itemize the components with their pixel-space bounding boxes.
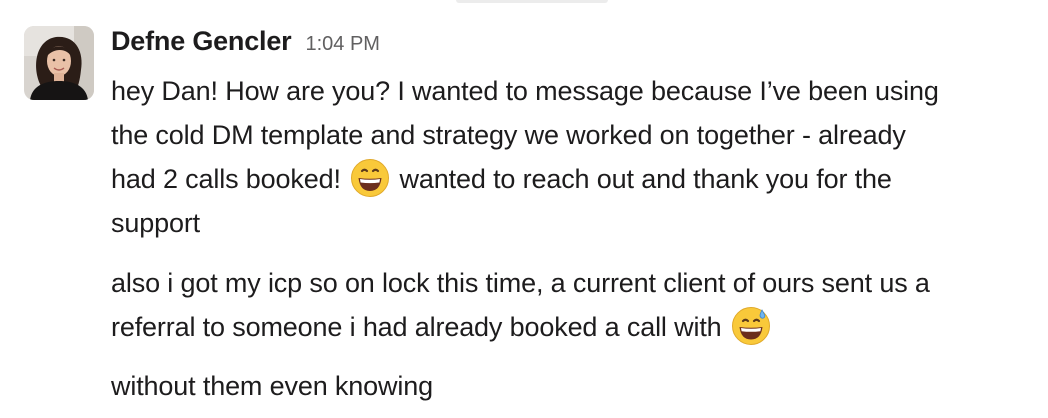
message-text: referral to someone i had already booked… <box>111 312 722 342</box>
message-text: had 2 calls booked! <box>111 164 341 194</box>
message-text: without them even knowing <box>111 371 433 401</box>
grinning-face-icon <box>350 158 390 198</box>
avatar[interactable] <box>24 26 94 100</box>
scroll-hint-bar <box>456 0 608 3</box>
message-text: wanted to reach out and thank you for th… <box>399 164 892 194</box>
message-paragraph: also i got my icp so on lock this time, … <box>111 261 1031 349</box>
message-text: support <box>111 208 201 238</box>
message-text: also i got my icp so on lock this time, … <box>111 268 930 298</box>
message-content: Defne Gencler 1:04 PM hey Dan! How are y… <box>111 26 1031 408</box>
message-timestamp[interactable]: 1:04 PM <box>305 33 379 56</box>
sender-name[interactable]: Defne Gencler <box>111 26 292 57</box>
message-paragraph: hey Dan! How are you? I wanted to messag… <box>111 69 1031 245</box>
message-text: hey Dan! How are you? I wanted to messag… <box>111 76 939 106</box>
message-text: the cold DM template and strategy we wor… <box>111 120 906 150</box>
message-paragraph: without them even knowing <box>111 364 1031 408</box>
message-header: Defne Gencler 1:04 PM <box>111 26 1031 62</box>
grinning-face-with-sweat-icon <box>731 306 771 346</box>
